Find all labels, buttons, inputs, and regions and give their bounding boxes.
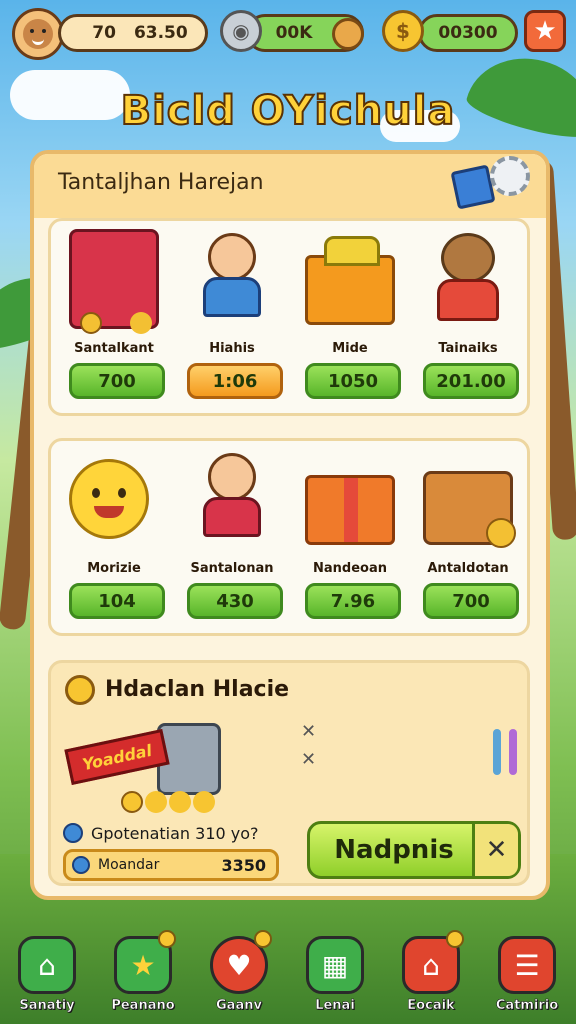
shop-item[interactable]: Hiahis 1:06 bbox=[173, 225, 291, 413]
price-button[interactable]: 430 bbox=[187, 583, 283, 619]
promo-price-value: 3350 bbox=[221, 855, 266, 875]
item-grid-row-2: Morizie 104 Santalonan 430 Nandeoan 7.96… bbox=[48, 438, 530, 636]
level-prefix: 70 bbox=[92, 23, 116, 43]
level-counter: 70 63.50 bbox=[58, 14, 208, 52]
grid-icon: ▦ bbox=[306, 936, 364, 994]
promo-section: Hdaclan Hlacie Yoaddal ✕ ✕ Gpotenatian 3… bbox=[48, 660, 530, 886]
price-button[interactable]: 700 bbox=[423, 583, 519, 619]
price-button[interactable]: 201.00 bbox=[423, 363, 519, 399]
game-title: Bicld OYichula bbox=[120, 87, 456, 135]
close-icon[interactable]: ✕ bbox=[472, 824, 518, 876]
shop-item[interactable]: Mide 1050 bbox=[291, 225, 409, 413]
shop-item[interactable]: Tainaiks 201.00 bbox=[409, 225, 527, 413]
treasure-box-icon bbox=[305, 236, 395, 325]
gift-box-icon bbox=[305, 475, 395, 545]
promo-buy-label: Nadpnis bbox=[334, 835, 454, 865]
home-icon: ⌂ bbox=[18, 936, 76, 994]
item-name: Santalkant bbox=[74, 341, 154, 356]
shop-item[interactable]: Nandeoan 7.96 bbox=[291, 445, 409, 633]
promo-illustration: Yoaddal bbox=[61, 717, 261, 813]
price-button[interactable]: 7.96 bbox=[305, 583, 401, 619]
gold-coin-icon: $ bbox=[382, 10, 424, 52]
menu-icon: ☰ bbox=[498, 936, 556, 994]
promo-price-row: Moandar 3350 bbox=[63, 849, 279, 881]
nav-label: Eocaik bbox=[407, 998, 455, 1014]
shop-item[interactable]: Antaldotan 700 bbox=[409, 445, 527, 633]
star-icon: ★ bbox=[533, 16, 557, 46]
price-button[interactable]: 1:06 bbox=[187, 363, 283, 399]
item-name: Santalonan bbox=[190, 561, 274, 576]
bar-icon bbox=[509, 729, 517, 775]
nav-item-shop[interactable]: ⌂ Eocaik bbox=[396, 930, 466, 1020]
item-name: Tainaiks bbox=[438, 341, 498, 356]
shop-item[interactable]: Santalkant 700 bbox=[55, 225, 173, 413]
gem-icon bbox=[63, 823, 83, 843]
price-button[interactable]: 1050 bbox=[305, 363, 401, 399]
promo-info-text: Gpotenatian 310 yo? bbox=[91, 823, 259, 843]
cookie-icon bbox=[332, 18, 364, 50]
silver-value: 00K bbox=[275, 23, 313, 43]
bar-icon bbox=[493, 729, 501, 775]
bear-icon bbox=[423, 229, 513, 329]
promo-buy-button[interactable]: Nadpnis ✕ bbox=[307, 821, 521, 879]
nav-label: Catmirio bbox=[495, 998, 559, 1014]
nav-item-home[interactable]: ⌂ Sanatiy bbox=[12, 930, 82, 1020]
nav-label: Sanatiy bbox=[19, 998, 75, 1014]
avatar[interactable] bbox=[12, 8, 64, 60]
sparkle-icon: ✕ bbox=[301, 749, 317, 770]
item-name: Hiahis bbox=[209, 341, 255, 356]
gold-value: 00300 bbox=[438, 23, 498, 43]
red-chest-icon bbox=[69, 229, 159, 334]
price-button[interactable]: 700 bbox=[69, 363, 165, 399]
promo-banner: Yoaddal bbox=[64, 728, 170, 786]
promo-price-label: Moandar bbox=[98, 857, 160, 873]
sun-icon bbox=[69, 459, 149, 539]
boy-icon bbox=[187, 449, 277, 549]
item-name: Mide bbox=[332, 341, 368, 356]
nav-label: Gaanv bbox=[216, 998, 262, 1014]
sparkle-icon: ✕ bbox=[301, 721, 317, 742]
promo-info: Gpotenatian 310 yo? bbox=[63, 823, 259, 843]
gear-icon[interactable] bbox=[490, 156, 530, 196]
item-grid-row-1: Santalkant 700 Hiahis 1:06 Mide 1050 Tai… bbox=[48, 218, 530, 416]
gem-icon bbox=[72, 856, 90, 874]
crate-icon bbox=[423, 471, 516, 548]
item-name: Morizie bbox=[87, 561, 141, 576]
notification-badge bbox=[446, 930, 464, 948]
shop-item[interactable]: Santalonan 430 bbox=[173, 445, 291, 633]
notification-badge bbox=[158, 930, 176, 948]
face-icon bbox=[23, 19, 53, 49]
favorite-button[interactable]: ★ bbox=[524, 10, 566, 52]
coin-icon bbox=[65, 675, 95, 705]
shop-item[interactable]: Morizie 104 bbox=[55, 445, 173, 633]
nav-item-menu[interactable]: ☰ Catmirio bbox=[492, 930, 562, 1020]
bottom-nav: ⌂ Sanatiy ★ Peanano ♥ Gaanv ▦ Lenai ⌂ Eo… bbox=[6, 930, 570, 1020]
promo-title: Hdaclan Hlacie bbox=[105, 677, 290, 702]
panel-title: Tantaljhan Harejan bbox=[58, 170, 264, 195]
notification-badge bbox=[254, 930, 272, 948]
nav-item-favorites[interactable]: ★ Peanano bbox=[108, 930, 178, 1020]
level-value: 63.50 bbox=[133, 23, 188, 43]
gold-counter: 00300 bbox=[418, 14, 518, 52]
silver-coin-icon: ◉ bbox=[220, 10, 262, 52]
cube-icon bbox=[450, 164, 496, 210]
top-bar: 70 63.50 00K ◉ 00300 $ ★ bbox=[10, 8, 566, 60]
shop-panel: Tantaljhan Harejan Santalkant 700 Hiahis… bbox=[30, 150, 550, 900]
item-name: Nandeoan bbox=[313, 561, 387, 576]
nav-label: Lenai bbox=[315, 998, 355, 1014]
item-name: Antaldotan bbox=[427, 561, 509, 576]
nav-item-likes[interactable]: ♥ Gaanv bbox=[204, 930, 274, 1020]
nav-item-levels[interactable]: ▦ Lenai bbox=[300, 930, 370, 1020]
coin-pile-icon bbox=[121, 791, 143, 813]
nav-label: Peanano bbox=[111, 998, 175, 1014]
character-icon bbox=[187, 229, 277, 329]
price-button[interactable]: 104 bbox=[69, 583, 165, 619]
